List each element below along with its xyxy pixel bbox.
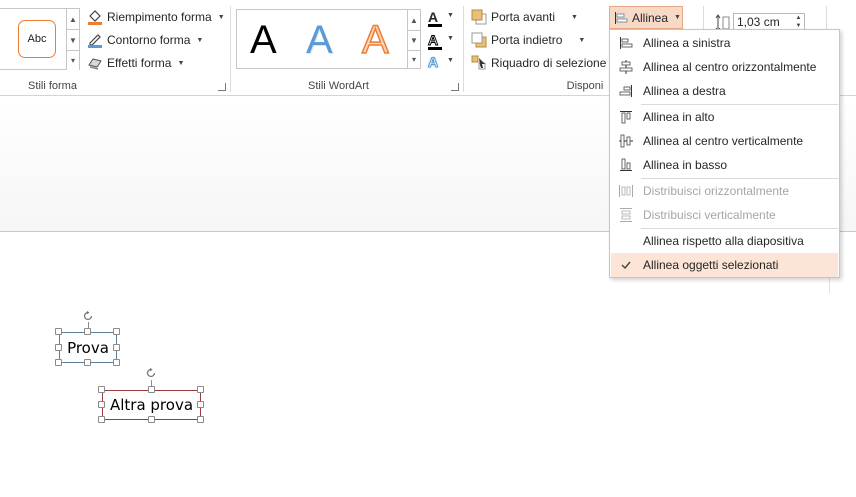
send-backward-label: Porta indietro: [491, 33, 563, 47]
menu-item-icon-slot: [611, 229, 641, 253]
chevron-down-icon: ▼: [571, 13, 578, 21]
shape-fill-button[interactable]: Riempimento forma ▼: [87, 7, 225, 27]
resize-handle[interactable]: [98, 386, 105, 393]
send-backward-button[interactable]: Porta indietro ▼: [471, 30, 585, 50]
selection-pane-icon: [471, 55, 487, 71]
shape-effects-icon: [87, 55, 103, 71]
chevron-down-icon: ▼: [196, 36, 204, 44]
align-right-icon: [611, 79, 641, 103]
resize-handle[interactable]: [197, 386, 204, 393]
align-middle-icon: [611, 129, 641, 153]
align-dropdown-menu: Allinea a sinistra Allinea al centro ori…: [609, 29, 840, 278]
resize-handle[interactable]: [55, 344, 62, 351]
menu-item-distribute-horizontal[interactable]: Distribuisci orizzontalmente: [611, 179, 838, 203]
text-effects-icon: A: [427, 54, 439, 71]
rotation-handle-icon[interactable]: [145, 367, 157, 379]
pencil-icon: [87, 32, 103, 48]
resize-handle[interactable]: [84, 328, 91, 335]
menu-item-align-bottom[interactable]: Allinea in basso: [611, 153, 838, 177]
resize-handle[interactable]: [148, 386, 155, 393]
bring-forward-button[interactable]: Porta avanti ▼: [471, 7, 578, 27]
wordart-group-label: Stili WordArt: [308, 80, 369, 92]
selection-pane-label: Riquadro di selezione: [491, 56, 607, 70]
resize-handle[interactable]: [113, 328, 120, 335]
text-fill-button[interactable]: A ▼: [426, 9, 454, 29]
menu-item-align-to-slide[interactable]: Allinea rispetto alla diapositiva: [611, 229, 838, 253]
gallery-scroll-up-icon[interactable]: ▲: [66, 9, 79, 29]
resize-handle[interactable]: [197, 401, 204, 408]
chevron-down-icon: ▼: [177, 59, 185, 67]
distribute-vertical-icon: [611, 203, 641, 227]
resize-handle[interactable]: [113, 359, 120, 366]
align-button-label: Allinea: [632, 10, 669, 25]
group-divider: [230, 6, 231, 92]
wordart-style-blue[interactable]: A: [306, 14, 333, 66]
menu-item-align-middle[interactable]: Allinea al centro verticalmente: [611, 129, 838, 153]
align-top-icon: [611, 105, 641, 129]
color-bar: [428, 24, 442, 27]
paint-bucket-icon: [87, 9, 103, 25]
text-outline-button[interactable]: A ▼: [426, 32, 454, 52]
menu-item-align-left[interactable]: Allinea a sinistra: [611, 31, 838, 55]
resize-handle[interactable]: [98, 401, 105, 408]
resize-handle[interactable]: [84, 359, 91, 366]
align-left-icon: [611, 31, 641, 55]
align-left-icon: [614, 11, 628, 25]
gallery-scroll-down-icon[interactable]: ▼: [407, 30, 420, 50]
menu-item-distribute-vertical[interactable]: Distribuisci verticalmente: [611, 203, 838, 227]
resize-handle[interactable]: [55, 328, 62, 335]
chevron-down-icon: ▼: [674, 14, 681, 21]
menu-item-align-top[interactable]: Allinea in alto: [611, 105, 838, 129]
shape-style-swatch[interactable]: Abc: [18, 20, 56, 58]
gallery-scroll-down-icon[interactable]: ▼: [66, 29, 79, 50]
resize-handle[interactable]: [98, 416, 105, 423]
resize-handle[interactable]: [55, 359, 62, 366]
gallery-scroll-up-icon[interactable]: ▲: [407, 10, 420, 30]
align-center-icon: [611, 55, 641, 79]
textbox-prova-text: Prova: [67, 338, 109, 357]
rotation-handle-icon[interactable]: [82, 310, 94, 322]
text-effects-button[interactable]: A ▼: [426, 54, 454, 74]
shape-styles-launcher-icon[interactable]: [218, 83, 226, 91]
text-outline-icon: A: [427, 32, 439, 49]
shape-effects-label: Effetti forma: [107, 56, 172, 70]
resize-handle[interactable]: [197, 416, 204, 423]
height-spinner[interactable]: ▲ ▼: [793, 14, 804, 30]
chevron-down-icon: ▼: [578, 36, 586, 44]
gallery-more-icon[interactable]: ▾: [407, 50, 420, 68]
distribute-horizontal-icon: [611, 179, 641, 203]
wordart-style-orange-outline[interactable]: A: [361, 14, 389, 66]
chevron-down-icon: ▼: [447, 12, 454, 19]
chevron-down-icon: ▼: [217, 13, 225, 21]
chevron-down-icon: ▼: [447, 57, 454, 64]
shape-effects-button[interactable]: Effetti forma ▼: [87, 53, 184, 73]
color-bar: [428, 47, 442, 50]
shape-styles-group-label: Stili forma: [28, 80, 77, 92]
shape-outline-button[interactable]: Contorno forma ▼: [87, 30, 203, 50]
bring-forward-label: Porta avanti: [491, 10, 556, 24]
gallery-more-icon[interactable]: ▾: [66, 50, 79, 70]
align-button[interactable]: Allinea ▼: [609, 6, 683, 29]
text-fill-icon: A: [428, 9, 439, 25]
selection-pane-button[interactable]: Riquadro di selezione: [471, 53, 606, 73]
wordart-launcher-icon[interactable]: [451, 83, 459, 91]
chevron-down-icon: ▼: [447, 35, 454, 42]
menu-item-align-right[interactable]: Allinea a destra: [611, 79, 838, 103]
bring-forward-icon: [471, 9, 487, 25]
resize-handle[interactable]: [113, 344, 120, 351]
group-divider: [463, 6, 464, 92]
checkmark-icon: [611, 253, 641, 277]
menu-item-align-selected-objects[interactable]: Allinea oggetti selezionati: [611, 253, 838, 277]
shape-outline-label: Contorno forma: [107, 33, 191, 47]
align-bottom-icon: [611, 153, 641, 177]
shape-fill-label: Riempimento forma: [107, 10, 212, 24]
wordart-style-black[interactable]: A: [250, 14, 277, 66]
textbox-altra-prova-text: Altra prova: [109, 396, 194, 414]
shape-height-value: 1,03 cm: [737, 15, 780, 29]
send-backward-icon: [471, 32, 487, 48]
menu-item-align-center[interactable]: Allinea al centro orizzontalmente: [611, 55, 838, 79]
resize-handle[interactable]: [148, 416, 155, 423]
